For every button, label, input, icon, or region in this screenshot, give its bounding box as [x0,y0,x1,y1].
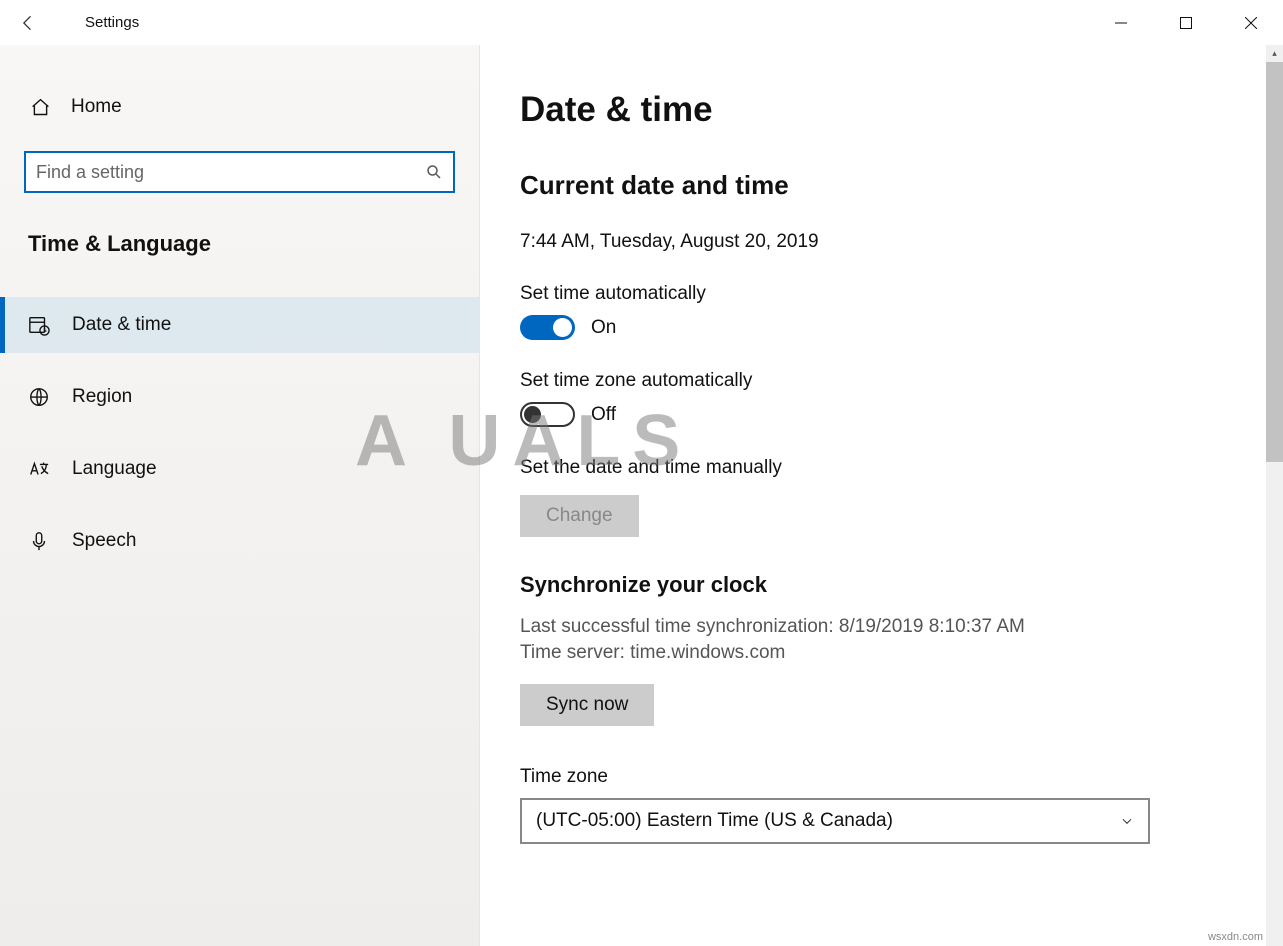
close-icon [1245,17,1257,29]
window-title: Settings [55,14,1088,31]
toggle-knob [524,406,541,423]
sidebar-item-label: Language [72,458,157,480]
minimize-button[interactable] [1088,0,1153,45]
microphone-icon [28,530,50,552]
set-tz-auto-toggle[interactable] [520,402,575,427]
scroll-thumb[interactable] [1266,62,1283,462]
current-datetime-value: 7:44 AM, Tuesday, August 20, 2019 [520,231,1243,253]
window-controls [1088,0,1283,45]
sidebar-home-label: Home [71,96,122,118]
sync-now-button[interactable]: Sync now [520,684,654,726]
set-tz-auto-state: Off [591,404,616,426]
maximize-icon [1180,17,1192,29]
maximize-button[interactable] [1153,0,1218,45]
sidebar-home[interactable]: Home [0,85,479,129]
language-icon [28,458,50,480]
sidebar: Home Time & Language Date & time Region [0,45,480,946]
set-time-auto-toggle[interactable] [520,315,575,340]
sync-heading: Synchronize your clock [520,572,1243,598]
globe-icon [28,386,50,408]
back-arrow-icon [18,13,38,33]
toggle-knob [553,318,572,337]
main-content: Date & time Current date and time 7:44 A… [480,45,1283,946]
sidebar-item-label: Date & time [72,314,171,336]
sync-last-text: Last successful time synchronization: 8/… [520,616,1243,638]
home-icon [30,97,51,118]
timezone-label: Time zone [520,766,1243,788]
sidebar-item-language[interactable]: Language [0,441,479,497]
sync-server-text: Time server: time.windows.com [520,642,1243,664]
change-button[interactable]: Change [520,495,639,537]
sidebar-item-label: Speech [72,530,136,552]
sidebar-item-date-time[interactable]: Date & time [0,297,479,353]
calendar-clock-icon [28,314,50,336]
manual-set-label: Set the date and time manually [520,457,1243,479]
search-input[interactable] [36,162,425,183]
titlebar: Settings [0,0,1283,45]
back-button[interactable] [0,0,55,45]
search-icon [425,163,443,181]
timezone-dropdown[interactable]: (UTC-05:00) Eastern Time (US & Canada) [520,798,1150,844]
close-button[interactable] [1218,0,1283,45]
sidebar-item-label: Region [72,386,132,408]
chevron-down-icon [1120,814,1134,828]
page-title: Date & time [520,90,1243,130]
scrollbar[interactable]: ▴ [1266,45,1283,946]
watermark-text: wsxdn.com [1208,931,1263,943]
set-time-auto-state: On [591,317,616,339]
search-box[interactable] [24,151,455,193]
sidebar-item-speech[interactable]: Speech [0,513,479,569]
scroll-up-arrow-icon[interactable]: ▴ [1266,45,1283,62]
minimize-icon [1115,17,1127,29]
current-datetime-heading: Current date and time [520,170,1243,201]
sidebar-item-region[interactable]: Region [0,369,479,425]
timezone-value: (UTC-05:00) Eastern Time (US & Canada) [536,810,893,832]
set-tz-auto-label: Set time zone automatically [520,370,1243,392]
sidebar-category: Time & Language [0,231,479,257]
set-time-auto-label: Set time automatically [520,283,1243,305]
